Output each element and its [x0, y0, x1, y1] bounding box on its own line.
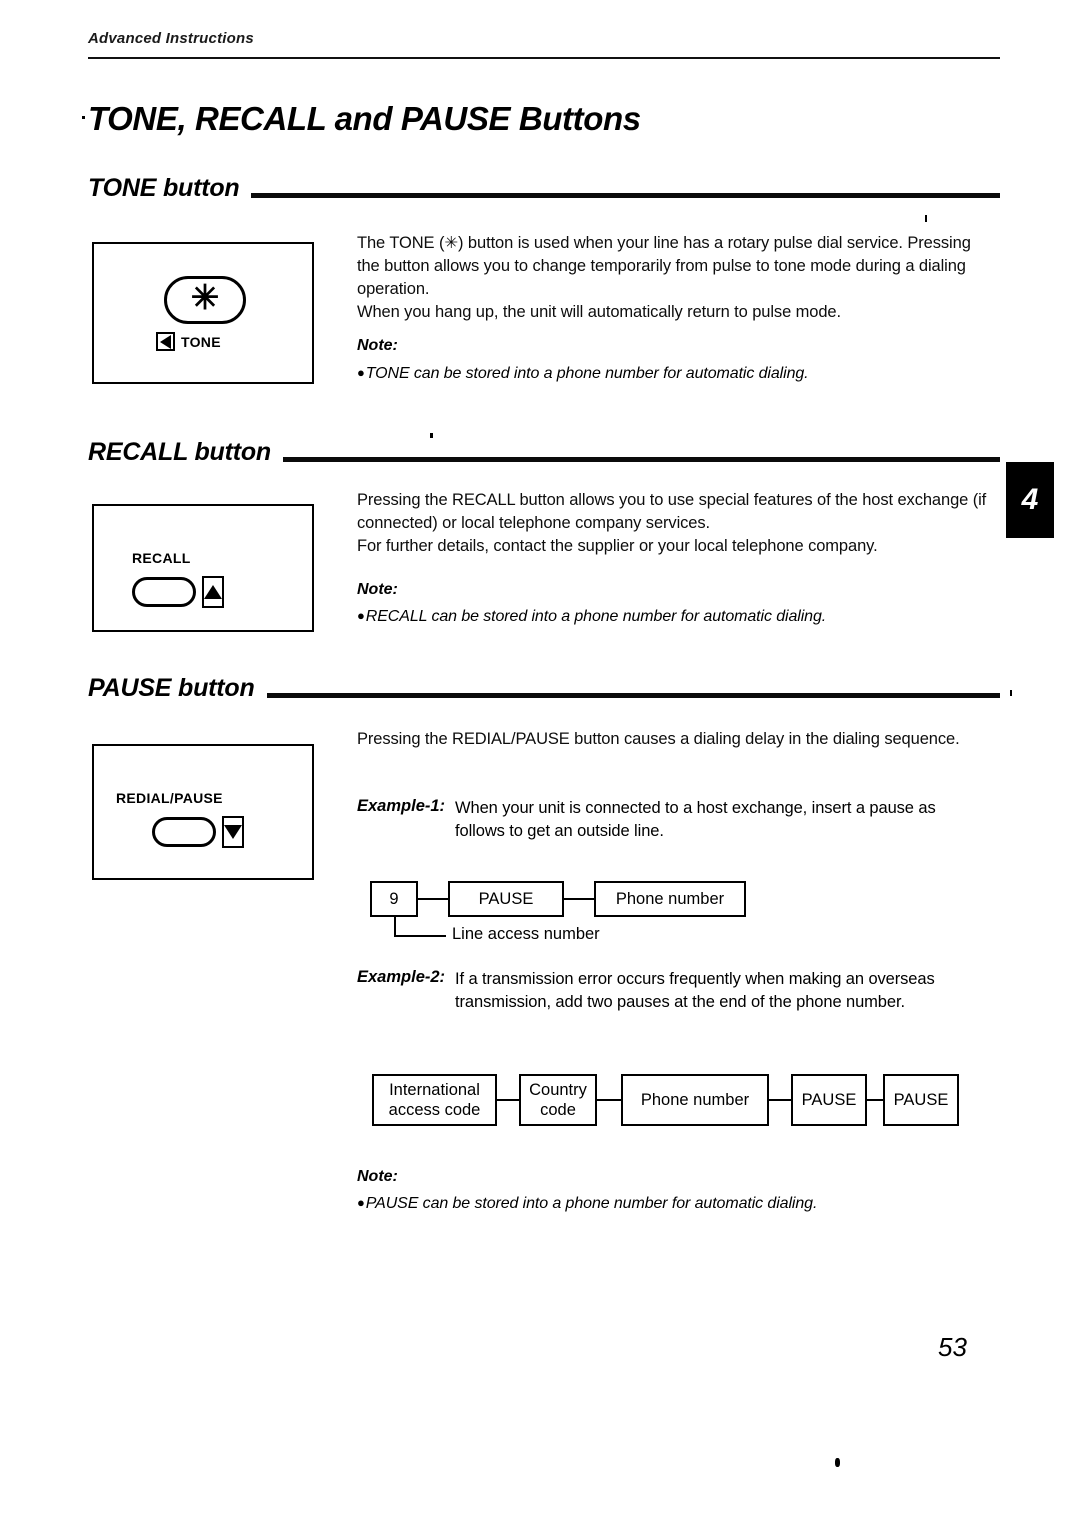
section-heading-tone-label: TONE button	[88, 174, 240, 202]
example-1-text: When your unit is connected to a host ex…	[455, 799, 936, 840]
example-1-callout-label: Line access number	[452, 925, 600, 943]
tone-key-graphic: ✳	[164, 276, 246, 324]
page-number: 53	[938, 1332, 967, 1362]
tone-caption-label: TONE	[181, 333, 221, 350]
redial-pause-key-graphic	[152, 817, 216, 847]
tone-note-label: Note:	[357, 337, 398, 354]
recall-note-text: RECALL can be stored into a phone number…	[365, 608, 827, 625]
scan-artifact	[1010, 690, 1012, 696]
flow-connector	[564, 898, 594, 900]
pause-note-text: PAUSE can be stored into a phone number …	[365, 1195, 818, 1212]
chapter-tab: 4	[1006, 462, 1054, 538]
example-2-text: If a transmission error occurs frequentl…	[455, 970, 935, 1011]
section-heading-recall-label: RECALL button	[88, 438, 272, 466]
scan-artifact	[82, 116, 85, 119]
flow-box: Country code	[519, 1074, 597, 1126]
scan-artifact	[430, 433, 433, 438]
callout-leader-horizontal	[394, 935, 446, 937]
bullet-icon: ●	[357, 365, 365, 380]
tone-paragraph-2: When you hang up, the unit will automati…	[357, 303, 841, 321]
bullet-icon: ●	[357, 1195, 365, 1210]
flow-box: Phone number	[594, 881, 746, 917]
section-rule	[283, 457, 1000, 462]
recall-key-graphic	[132, 577, 196, 607]
example-2-diagram: International access code Country code P…	[372, 1074, 959, 1126]
pause-paragraph-1: Pressing the REDIAL/PAUSE button causes …	[357, 730, 960, 748]
triangle-up-icon	[202, 576, 224, 608]
flow-connector	[769, 1099, 791, 1101]
recall-key-label: RECALL	[132, 550, 191, 566]
scan-artifact	[925, 215, 927, 222]
example-2-tag: Example-2:	[357, 968, 446, 986]
callout-leader-vertical	[394, 917, 396, 937]
recall-note-item: ●RECALL can be stored into a phone numbe…	[357, 605, 977, 627]
recall-button-illustration: RECALL	[92, 504, 314, 632]
recall-paragraph-1: Pressing the RECALL button allows you to…	[357, 491, 987, 532]
flow-box: 9	[370, 881, 418, 917]
flow-box: Phone number	[621, 1074, 769, 1126]
scan-artifact	[835, 1458, 840, 1467]
example-1-tag: Example-1:	[357, 797, 446, 815]
tone-paragraph-1: The TONE (✳) button is used when your li…	[357, 234, 971, 298]
triangle-down-icon	[222, 816, 244, 848]
recall-note-label: Note:	[357, 581, 398, 598]
section-heading-pause: PAUSE button	[88, 676, 1000, 701]
asterisk-icon: ✳	[190, 279, 220, 317]
flow-connector	[867, 1099, 883, 1101]
header-divider	[88, 57, 1000, 59]
flow-connector	[418, 898, 448, 900]
tone-note-text: TONE can be stored into a phone number f…	[365, 365, 809, 382]
flow-connector	[497, 1099, 519, 1101]
flow-box: PAUSE	[883, 1074, 959, 1126]
pause-button-illustration: REDIAL/PAUSE	[92, 744, 314, 880]
recall-paragraph-2: For further details, contact the supplie…	[357, 537, 878, 555]
recall-key-group	[132, 576, 224, 608]
tone-note-item: ●TONE can be stored into a phone number …	[357, 362, 977, 384]
section-rule	[251, 193, 1000, 198]
flow-box: PAUSE	[791, 1074, 867, 1126]
pause-note-item: ●PAUSE can be stored into a phone number…	[357, 1192, 977, 1214]
section-heading-pause-label: PAUSE button	[88, 674, 255, 702]
redial-pause-key-label: REDIAL/PAUSE	[116, 790, 223, 806]
flow-connector	[597, 1099, 621, 1101]
section-heading-recall: RECALL button	[88, 440, 1000, 465]
example-1-block: Example-1: When your unit is connected t…	[357, 797, 987, 843]
redial-pause-key-group	[152, 816, 244, 848]
tone-button-illustration: ✳ TONE	[92, 242, 314, 384]
section-rule	[266, 693, 1000, 698]
example-2-block: Example-2: If a transmission error occur…	[357, 968, 987, 1014]
section-heading-tone: TONE button	[88, 176, 1000, 201]
bullet-icon: ●	[357, 608, 365, 623]
example-1-diagram: 9 PAUSE Phone number	[370, 881, 746, 917]
running-head: Advanced Instructions	[88, 30, 254, 47]
triangle-left-icon	[156, 332, 175, 351]
flow-box: International access code	[372, 1074, 497, 1126]
pause-note-label: Note:	[357, 1168, 398, 1185]
flow-box: PAUSE	[448, 881, 564, 917]
page-title: TONE, RECALL and PAUSE Buttons	[88, 100, 641, 137]
tone-key-caption-group: TONE	[156, 332, 221, 351]
